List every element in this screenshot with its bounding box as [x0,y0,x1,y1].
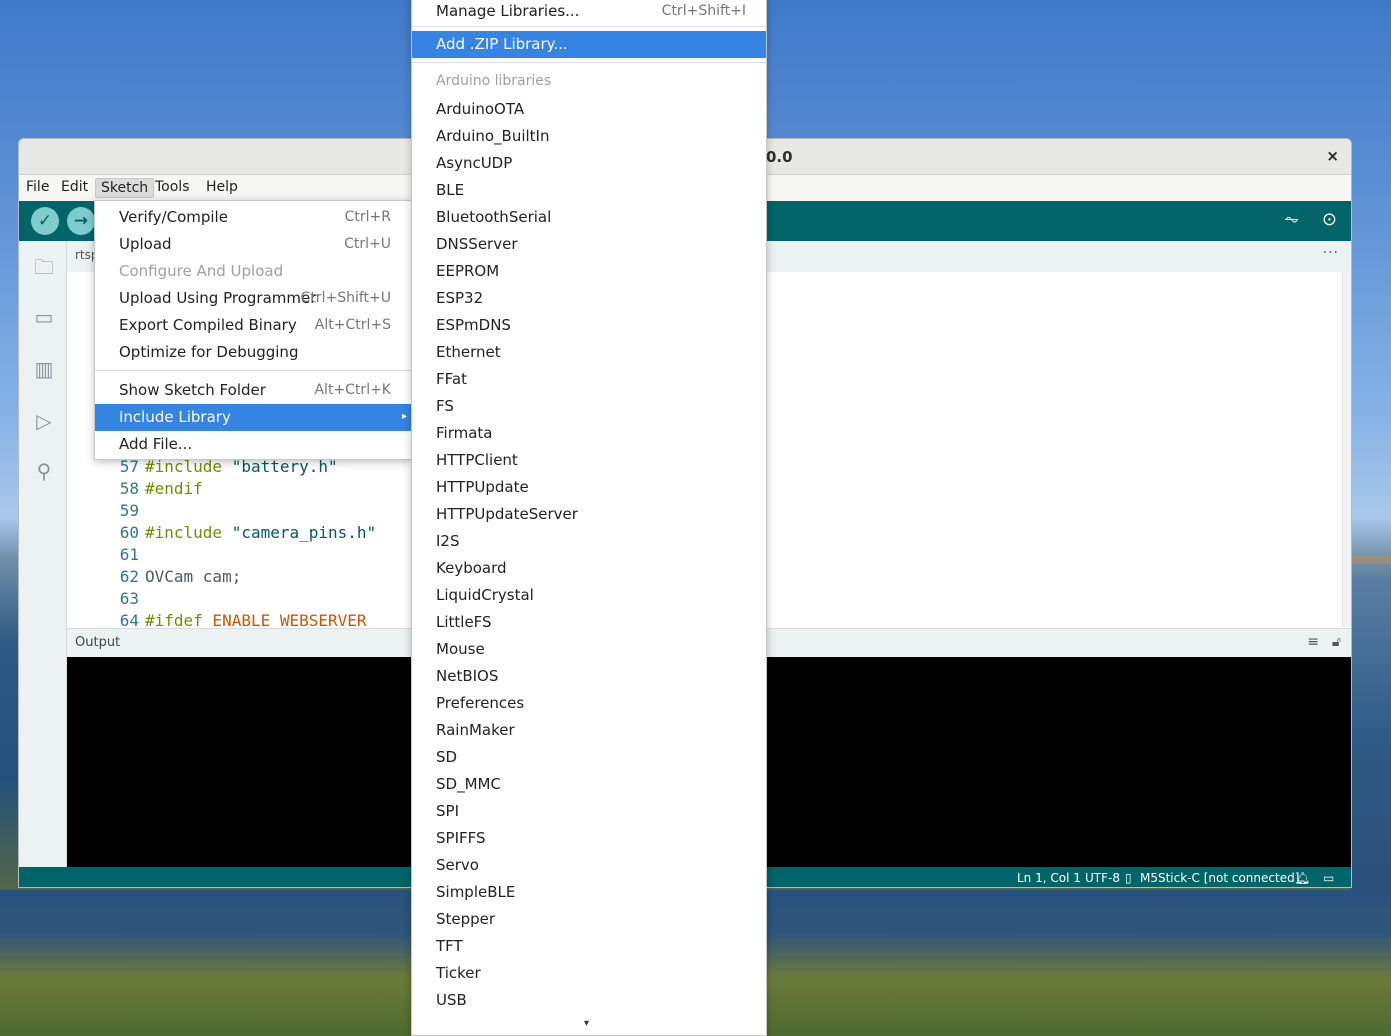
library-item[interactable]: HTTPClient [412,447,766,474]
serial-plotter-icon[interactable]: ⏦ [1284,209,1299,230]
output-label: Output [75,635,121,650]
library-item[interactable]: Arduino_BuiltIn [412,123,766,150]
library-item[interactable]: SD_MMC [412,771,766,798]
line-number: 59 [119,501,139,520]
library-item[interactable]: Mouse [412,636,766,663]
menu-edit[interactable]: Edit [56,178,93,196]
library-item[interactable]: ArduinoOTA [412,96,766,123]
board-status[interactable]: M5Stick-C [not connected] [1140,871,1299,885]
library-item[interactable]: LittleFS [412,609,766,636]
library-item[interactable]: SPIFFS [412,825,766,852]
folder-icon[interactable]: 🗀 [31,253,57,279]
separator [412,26,766,27]
library-item[interactable]: USB [412,987,766,1014]
library-item[interactable]: Ticker [412,960,766,987]
sketch-menu-item[interactable]: Upload Ctrl+U [95,231,411,258]
verify-button[interactable]: ✓ [31,207,59,235]
library-item[interactable]: FS [412,393,766,420]
code-line: #include "camera_pins.h" [145,523,377,542]
library-item[interactable]: Stepper [412,906,766,933]
board-chip-icon: ▯ [1125,871,1132,885]
menu-sketch[interactable]: Sketch [95,178,155,198]
arrow-right-icon: → [73,211,89,231]
line-number: 61 [119,545,139,564]
library-item[interactable]: ESPmDNS [412,312,766,339]
background-dock [1351,555,1391,563]
library-item[interactable]: Keyboard [412,555,766,582]
sketch-menu-item[interactable]: Verify/Compile Ctrl+R [95,204,411,231]
menu-tools[interactable]: Tools [150,178,195,196]
library-item[interactable]: HTTPUpdateServer [412,501,766,528]
search-icon[interactable]: ⚲ [31,459,57,485]
library-item[interactable]: Servo [412,852,766,879]
line-number: 60 [119,523,139,542]
arduino-libraries-header: Arduino libraries [436,73,552,89]
line-number: 62 [119,567,139,586]
upload-button[interactable]: → [67,207,95,235]
library-item[interactable]: BluetoothSerial [412,204,766,231]
separator [95,370,411,371]
library-item[interactable]: FFat [412,366,766,393]
separator [412,62,766,63]
library-item[interactable]: Ethernet [412,339,766,366]
menu-help[interactable]: Help [201,178,243,196]
sketch-menu-item[interactable]: Upload Using Programmer Ctrl+Shift+U [95,285,411,312]
library-item[interactable]: ESP32 [412,285,766,312]
close-button[interactable]: × [1326,147,1339,165]
code-line: OVCam cam; [145,567,242,586]
library-item[interactable]: LiquidCrystal [412,582,766,609]
library-item[interactable]: DNSServer [412,231,766,258]
line-number: 63 [119,589,139,608]
toggle-panel-icon[interactable]: ▭ [1323,871,1334,885]
sketch-menu-item[interactable]: Include Library ▸ [95,404,411,431]
clear-output-icon[interactable]: ≡ [1307,634,1319,650]
library-item[interactable]: BLE [412,177,766,204]
library-item[interactable]: NetBIOS [412,663,766,690]
sketch-menu-item[interactable]: Export Compiled Binary Alt+Ctrl+S [95,312,411,339]
library-item[interactable]: SPI [412,798,766,825]
debug-icon[interactable]: ▷ [31,409,57,435]
add-zip-library-item[interactable]: Add .ZIP Library... [412,31,766,58]
serial-monitor-icon[interactable]: ⊙ [1322,209,1337,230]
background-water [1351,575,1391,895]
sidebar: 🗀 ▭ ▥ ▷ ⚲ [19,241,67,867]
menu-file[interactable]: File [21,178,54,196]
library-item[interactable]: RainMaker [412,717,766,744]
submenu-arrow-icon: ▸ [401,411,407,422]
library-item[interactable]: AsyncUDP [412,150,766,177]
library-item[interactable]: HTTPUpdate [412,474,766,501]
editor-scrollbar[interactable] [1342,272,1351,627]
scroll-down-arrow-icon[interactable]: ▾ [584,1018,589,1029]
sketch-menu: Verify/Compile Ctrl+R Upload Ctrl+U Configur… [94,200,412,460]
code-line: #endif [145,479,203,498]
window-title: 0.0 [766,148,793,166]
sketch-menu-item: Configure And Upload [119,262,284,280]
library-item[interactable]: TFT [412,933,766,960]
library-item[interactable]: EEPROM [412,258,766,285]
library-item[interactable]: I2S [412,528,766,555]
unlock-icon[interactable]: 🔓︎ [1332,634,1341,650]
library-item[interactable]: SD [412,744,766,771]
library-item[interactable]: Preferences [412,690,766,717]
cursor-position: Ln 1, Col 1 [1017,871,1081,885]
boards-manager-icon[interactable]: ▭ [31,305,57,331]
encoding: UTF-8 [1085,871,1120,885]
manage-libraries-item[interactable]: Manage Libraries... Ctrl+Shift+I [412,0,766,25]
more-options-icon[interactable]: ··· [1323,245,1339,261]
library-item[interactable]: Firmata [412,420,766,447]
library-manager-icon[interactable]: ▥ [31,357,57,383]
notification-bell-icon[interactable]: 🔔︎ [1295,871,1310,885]
sketch-menu-item[interactable]: Show Sketch Folder Alt+Ctrl+K [95,377,411,404]
sketch-menu-item[interactable]: Add File... [95,431,411,458]
checkmark-icon: ✓ [37,211,53,231]
library-item[interactable]: SimpleBLE [412,879,766,906]
line-number: 58 [119,479,139,498]
include-library-submenu: Manage Libraries... Ctrl+Shift+I Add .ZI… [411,0,767,1036]
sketch-menu-item[interactable]: Optimize for Debugging [95,339,411,366]
